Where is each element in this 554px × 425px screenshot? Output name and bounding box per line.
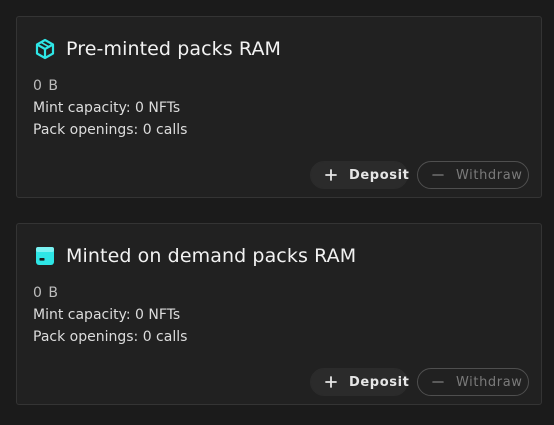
card-actions: Deposit Withdraw xyxy=(310,368,529,396)
minted-on-demand-packs-card: Minted on demand packs RAM 0 B Mint capa… xyxy=(16,223,542,405)
minus-icon xyxy=(432,376,444,388)
deposit-label: Deposit xyxy=(349,374,410,390)
card-title: Pre-minted packs RAM xyxy=(66,38,282,60)
minus-icon xyxy=(432,169,444,181)
mint-capacity: Mint capacity: 0 NFTs xyxy=(33,307,181,323)
deposit-label: Deposit xyxy=(349,167,410,183)
box-icon xyxy=(34,245,56,267)
card-actions: Deposit Withdraw xyxy=(310,161,529,189)
card-title: Minted on demand packs RAM xyxy=(66,245,357,267)
ram-size: 0 B xyxy=(33,78,59,94)
card-header: Minted on demand packs RAM xyxy=(34,244,356,268)
card-stats: 0 B Mint capacity: 0 NFTs Pack openings:… xyxy=(33,282,187,348)
pre-minted-packs-card: Pre-minted packs RAM 0 B Mint capacity: … xyxy=(16,16,542,198)
plus-icon xyxy=(325,376,337,388)
withdraw-label: Withdraw xyxy=(456,374,523,390)
deposit-button[interactable]: Deposit xyxy=(310,368,410,396)
deposit-button[interactable]: Deposit xyxy=(310,161,410,189)
mint-capacity: Mint capacity: 0 NFTs xyxy=(33,100,181,116)
cube-icon xyxy=(34,38,56,60)
withdraw-button[interactable]: Withdraw xyxy=(417,368,529,396)
pack-openings: Pack openings: 0 calls xyxy=(33,329,188,345)
ram-size: 0 B xyxy=(33,285,59,301)
card-header: Pre-minted packs RAM xyxy=(34,37,281,61)
plus-icon xyxy=(325,169,337,181)
withdraw-label: Withdraw xyxy=(456,167,523,183)
pack-openings: Pack openings: 0 calls xyxy=(33,122,188,138)
card-stats: 0 B Mint capacity: 0 NFTs Pack openings:… xyxy=(33,75,187,141)
withdraw-button[interactable]: Withdraw xyxy=(417,161,529,189)
